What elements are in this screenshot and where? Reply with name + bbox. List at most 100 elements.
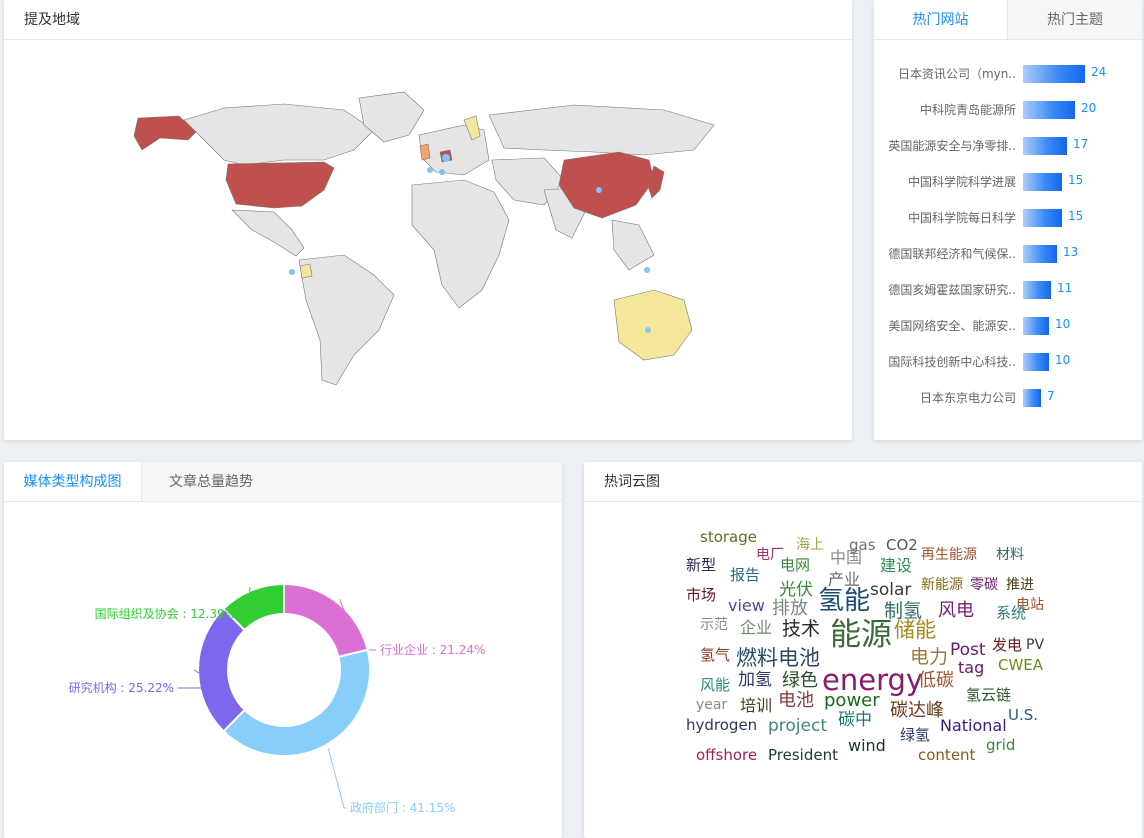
site-value: 10: [1055, 353, 1071, 367]
donut-data-label: 政府部门 : 41.15%: [350, 800, 455, 815]
cloud-word[interactable]: power: [824, 692, 880, 710]
cloud-word[interactable]: grid: [986, 738, 1015, 753]
cloud-word[interactable]: view: [728, 598, 765, 614]
cloud-word[interactable]: 电网: [780, 558, 810, 573]
cloud-word[interactable]: 绿色: [782, 672, 818, 690]
cloud-word[interactable]: 零碳: [970, 578, 998, 592]
cloud-word[interactable]: CO2: [886, 538, 918, 553]
donut-svg: 行业企业 : 21.24% 政府部门 : 41.15% 研究机构 : 25.22% 国…: [69, 582, 485, 815]
cloud-word[interactable]: 绿氢: [900, 728, 930, 743]
region-australia: [613, 289, 693, 361]
cloud-word[interactable]: 建设: [880, 558, 912, 574]
cloud-word[interactable]: 再生能源: [921, 548, 977, 562]
site-row[interactable]: 英国能源安全与净零排.. 17: [874, 128, 1142, 164]
cloud-word[interactable]: CWEA: [998, 658, 1043, 673]
site-row[interactable]: 德国联邦经济和气候保.. 13: [874, 236, 1142, 272]
cloud-word[interactable]: 低碳: [918, 672, 954, 690]
site-row[interactable]: 中科院青岛能源所 20: [874, 92, 1142, 128]
tab-media-composition[interactable]: 媒体类型构成图: [4, 462, 142, 501]
cloud-word[interactable]: 海上: [796, 538, 824, 552]
cloud-word[interactable]: hydrogen: [686, 718, 757, 733]
cloud-word[interactable]: 示范: [700, 618, 728, 632]
cloud-word[interactable]: 风能: [700, 678, 730, 693]
site-bar: [1023, 137, 1067, 155]
cloud-word[interactable]: 碳中: [838, 712, 872, 729]
cloud-word[interactable]: 排放: [772, 600, 808, 618]
cloud-word[interactable]: 市场: [686, 588, 716, 603]
donut-data-label: 国际组织及协会 : 12.39%: [95, 606, 236, 621]
site-row[interactable]: 中国科学院科学进展 15: [874, 164, 1142, 200]
cloud-word[interactable]: 风电: [938, 602, 974, 620]
cloud-word[interactable]: 中国: [830, 550, 862, 566]
cloud-word[interactable]: 能源: [830, 620, 892, 651]
cloud-word[interactable]: 企业: [740, 620, 772, 636]
tab-hot-sites[interactable]: 热门网站: [874, 0, 1008, 39]
cloud-word[interactable]: 报告: [730, 568, 760, 583]
donut-slice[interactable]: [283, 582, 369, 659]
site-bar: [1023, 245, 1057, 263]
site-bar: [1023, 317, 1049, 335]
region-canada: [183, 103, 375, 166]
site-value: 10: [1055, 317, 1071, 331]
cloud-word[interactable]: storage: [700, 530, 757, 545]
site-row[interactable]: 德国亥姆霍兹国家研究.. 11: [874, 272, 1142, 308]
site-row[interactable]: 中国科学院每日科学 15: [874, 200, 1142, 236]
donut-data-label: 研究机构 : 25.22%: [69, 680, 174, 695]
region-mexico: [231, 209, 305, 257]
tab-article-trend[interactable]: 文章总量趋势: [142, 462, 280, 501]
cloud-word[interactable]: offshore: [696, 748, 757, 763]
site-label: 国际科技创新中心科技..: [888, 355, 1016, 369]
cloud-word[interactable]: wind: [848, 738, 886, 754]
cloud-word[interactable]: 发电: [992, 638, 1022, 653]
cloud-word[interactable]: year: [696, 698, 727, 712]
cloud-word[interactable]: 技术: [782, 620, 820, 639]
cloud-word[interactable]: National: [940, 718, 1007, 734]
map-marker: [289, 269, 295, 275]
world-map-svg[interactable]: [124, 80, 744, 400]
cloud-word[interactable]: U.S.: [1008, 708, 1038, 723]
cloud-word[interactable]: 电池: [778, 692, 814, 710]
world-map[interactable]: [124, 80, 744, 400]
cloud-word[interactable]: project: [768, 718, 827, 735]
cloud-word[interactable]: 新型: [686, 558, 716, 573]
site-bar: [1023, 101, 1075, 119]
tab-hot-topics[interactable]: 热门主题: [1008, 0, 1142, 39]
cloud-word[interactable]: 系统: [996, 606, 1026, 621]
cloud-word[interactable]: tag: [958, 660, 984, 676]
cloud-word[interactable]: 培训: [740, 698, 772, 714]
cloud-word[interactable]: PV: [1026, 638, 1044, 652]
site-row[interactable]: 国际科技创新中心科技.. 10: [874, 344, 1142, 380]
cloud-word[interactable]: 新能源: [921, 578, 963, 592]
site-row[interactable]: 美国网络安全、能源安.. 10: [874, 308, 1142, 344]
cloud-word[interactable]: Post: [950, 642, 986, 659]
cloud-word[interactable]: President: [768, 748, 838, 763]
site-bar: [1023, 65, 1085, 83]
cloud-word[interactable]: 燃料电池: [736, 648, 820, 669]
cloud-word[interactable]: solar: [870, 582, 911, 599]
cloud-word[interactable]: 推进: [1006, 578, 1034, 592]
cloud-word[interactable]: content: [918, 748, 975, 763]
cloud-word[interactable]: 氢云链: [966, 688, 1011, 703]
donut-slice[interactable]: [197, 607, 247, 733]
donut-label-line: [327, 748, 346, 809]
cloud-word[interactable]: 储能: [894, 620, 936, 641]
site-label: 美国网络安全、能源安..: [888, 319, 1016, 333]
media-panel: 媒体类型构成图 文章总量趋势 行业企业 : 21.24% 政府部门 : 41.15…: [4, 462, 562, 838]
site-row[interactable]: 日本东京电力公司 7: [874, 380, 1142, 416]
region-se-asia: [611, 219, 655, 271]
donut-slice[interactable]: [222, 648, 371, 757]
cloud-word[interactable]: 氢能: [818, 588, 870, 614]
cloud-word[interactable]: 光伏: [779, 582, 813, 599]
cloud-word[interactable]: 加氢: [738, 672, 772, 689]
cloud-word[interactable]: 碳达峰: [890, 702, 944, 720]
site-bar: [1023, 353, 1049, 371]
region-russia: [488, 104, 715, 156]
site-label: 日本资讯公司（myn..: [897, 67, 1016, 81]
map-marker: [439, 169, 445, 175]
map-marker: [645, 327, 651, 333]
cloud-word[interactable]: 氢气: [700, 648, 730, 663]
map-panel-title: 提及地域: [4, 0, 852, 40]
site-row[interactable]: 日本资讯公司（myn.. 24: [874, 56, 1142, 92]
media-tabs: 媒体类型构成图 文章总量趋势: [4, 462, 562, 502]
cloud-word[interactable]: 材料: [996, 548, 1024, 562]
